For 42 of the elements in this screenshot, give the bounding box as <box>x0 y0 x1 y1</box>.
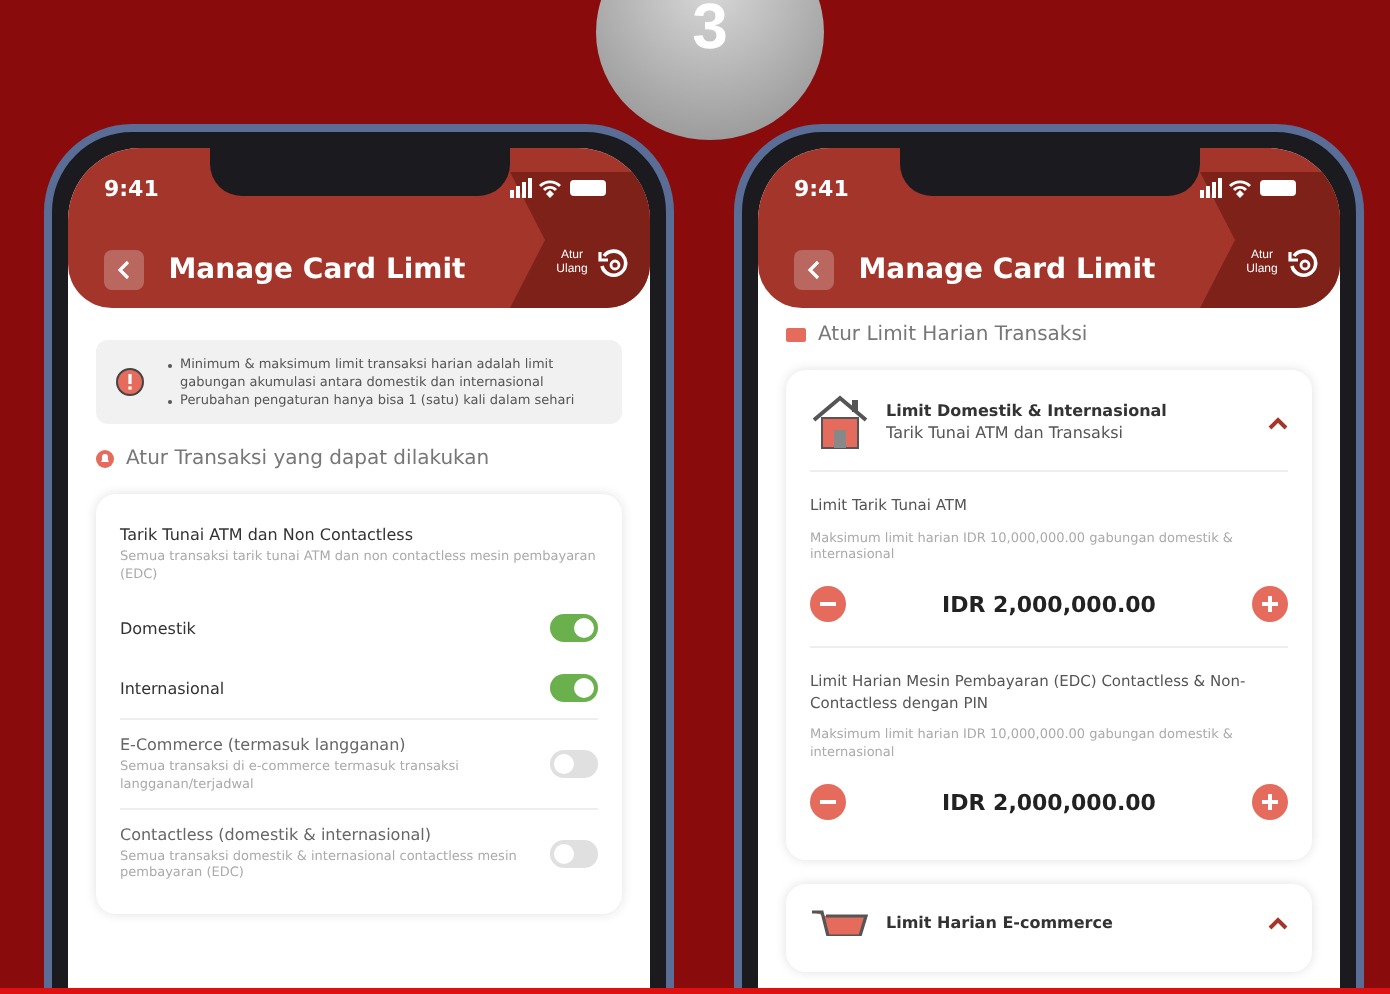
back-button[interactable] <box>104 250 144 290</box>
toggle-switch[interactable] <box>550 614 598 643</box>
item-title: Internasional <box>120 679 227 698</box>
reset-icon <box>598 248 630 280</box>
item-title: E-Commerce (termasuk langganan) <box>120 736 408 755</box>
chevron-up-icon[interactable] <box>1268 915 1288 930</box>
minus-button[interactable] <box>810 784 846 821</box>
card-title: Limit Harian E-commerce <box>886 913 1115 932</box>
chevron-left-icon <box>806 260 822 280</box>
section-title: Atur Limit Harian Transaksi <box>818 324 1088 346</box>
status-time: 9:41 <box>794 175 849 201</box>
item-title: Tarik Tunai ATM dan Non Contactless <box>120 526 416 545</box>
back-button[interactable] <box>794 250 834 290</box>
screen-title: Manage Card Limit <box>856 254 1158 286</box>
minus-icon <box>820 800 836 805</box>
toggle-switch[interactable] <box>550 839 598 868</box>
plus-button[interactable] <box>1251 784 1288 821</box>
alert-icon <box>116 368 144 397</box>
toggle-switch[interactable] <box>550 674 598 703</box>
chevron-left-icon <box>116 260 132 280</box>
section-title: Atur Transaksi yang dapat dilakukan <box>126 448 490 471</box>
cart-icon <box>810 908 870 937</box>
step-badge: 3 <box>596 0 824 140</box>
plus-icon <box>1261 596 1278 613</box>
card-title: Limit Domestik & Internasional <box>886 402 1169 420</box>
item-title: Domestik <box>120 619 198 638</box>
plus-button[interactable] <box>1251 586 1288 623</box>
screen-title: Manage Card Limit <box>166 254 468 286</box>
minus-icon <box>820 602 836 607</box>
card-subtitle: Tarik Tunai ATM dan Transaksi <box>886 424 1125 442</box>
bell-icon <box>96 450 114 469</box>
house-icon <box>810 394 870 450</box>
reset-icon <box>1288 248 1320 280</box>
status-time: 9:41 <box>104 175 159 201</box>
card-icon <box>786 328 806 342</box>
limit-amount: IDR 2,000,000.00 <box>942 591 1156 618</box>
limit-amount: IDR 2,000,000.00 <box>942 789 1156 816</box>
minus-button[interactable] <box>810 586 846 623</box>
item-title: Contactless (domestik & internasional) <box>120 826 434 845</box>
plus-icon <box>1261 794 1278 811</box>
chevron-up-icon[interactable] <box>1268 415 1288 429</box>
toggle-switch[interactable] <box>550 750 598 779</box>
